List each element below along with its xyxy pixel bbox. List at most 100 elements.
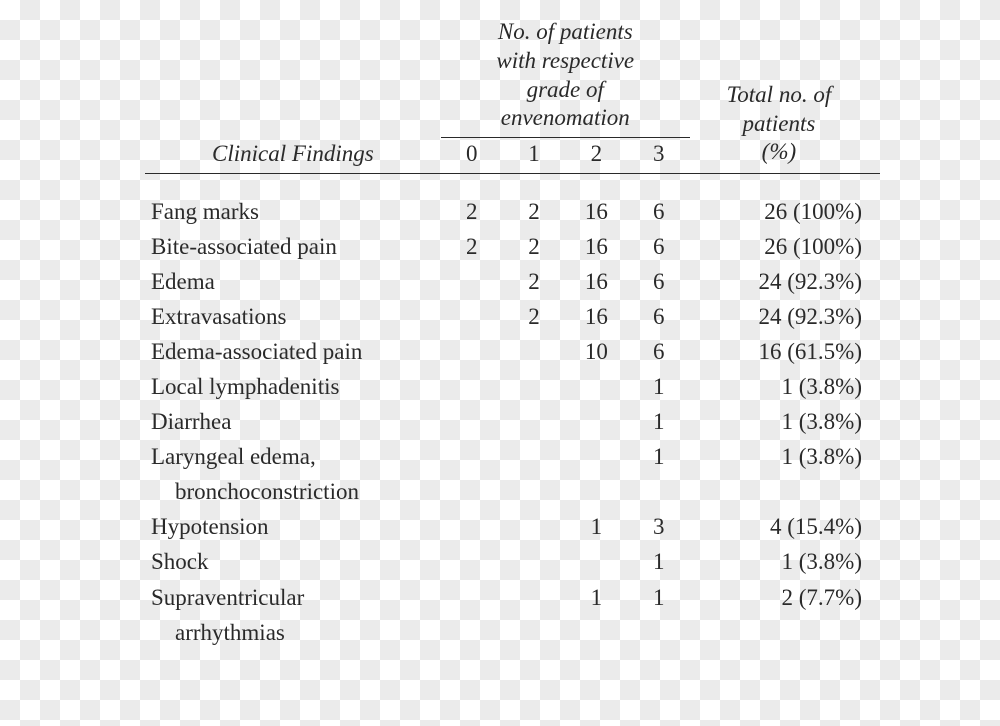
row-label: Local lymphadenitis	[145, 369, 441, 404]
row-total: 1 (3.8%)	[690, 369, 880, 404]
row-label: Shock	[145, 544, 441, 579]
row-grade-3: 3	[628, 509, 690, 544]
row-grade-0	[441, 404, 503, 439]
row-grade-1: 2	[503, 229, 565, 264]
row-grade-3: 1	[628, 580, 690, 615]
header-grade-3: 3	[628, 138, 690, 174]
row-total: 16 (61.5%)	[690, 334, 880, 369]
row-grade-0	[441, 580, 503, 615]
row-label: Diarrhea	[145, 404, 441, 439]
row-grade-3: 6	[628, 299, 690, 334]
row-grade-3: 6	[628, 334, 690, 369]
row-grade-1: 2	[503, 299, 565, 334]
row-grade-3	[628, 615, 690, 650]
table-body: Fang marks2216626 (100%)Bite-associated …	[145, 174, 880, 650]
row-grade-1	[503, 615, 565, 650]
row-grade-3: 1	[628, 544, 690, 579]
row-total: 1 (3.8%)	[690, 544, 880, 579]
row-grade-3: 6	[628, 264, 690, 299]
row-grade-2	[565, 474, 628, 509]
row-total	[690, 615, 880, 650]
clinical-findings-table: Clinical Findings No. of patientswith re…	[145, 18, 880, 650]
header-total: Total no. ofpatients(%)	[696, 81, 862, 173]
table-row: Edema-associated pain 10616 (61.5%)	[145, 334, 880, 369]
row-grade-2: 16	[565, 299, 628, 334]
row-label: Laryngeal edema,	[145, 439, 441, 474]
row-label: Edema	[145, 264, 441, 299]
row-grade-3: 6	[628, 229, 690, 264]
row-grade-2	[565, 439, 628, 474]
row-grade-1	[503, 580, 565, 615]
header-grade-0: 0	[441, 138, 503, 174]
row-grade-0	[441, 509, 503, 544]
row-grade-3: 1	[628, 404, 690, 439]
row-grade-2	[565, 615, 628, 650]
row-grade-2	[565, 404, 628, 439]
table-row: Bite-associated pain2216626 (100%)	[145, 229, 880, 264]
row-total: 1 (3.8%)	[690, 439, 880, 474]
row-grade-1	[503, 544, 565, 579]
row-grade-0: 2	[441, 174, 503, 230]
row-label: Edema-associated pain	[145, 334, 441, 369]
table-row: Hypotension 134 (15.4%)	[145, 509, 880, 544]
table-row: Local lymphadenitis 11 (3.8%)	[145, 369, 880, 404]
row-total: 24 (92.3%)	[690, 264, 880, 299]
row-grade-0	[441, 334, 503, 369]
row-label: Bite-associated pain	[145, 229, 441, 264]
row-grade-0	[441, 369, 503, 404]
row-grade-1	[503, 369, 565, 404]
row-grade-3: 6	[628, 174, 690, 230]
table-row: Fang marks2216626 (100%)	[145, 174, 880, 230]
header-grade-1: 1	[503, 138, 565, 174]
row-grade-1	[503, 474, 565, 509]
row-total: 26 (100%)	[690, 174, 880, 230]
row-label: bronchoconstriction	[145, 474, 441, 509]
table-row: Extravasations 216624 (92.3%)	[145, 299, 880, 334]
row-label: Fang marks	[145, 174, 441, 230]
row-grade-1	[503, 334, 565, 369]
table-row: Diarrhea 11 (3.8%)	[145, 404, 880, 439]
row-total	[690, 474, 880, 509]
row-grade-0	[441, 439, 503, 474]
row-grade-2: 16	[565, 229, 628, 264]
row-grade-1	[503, 404, 565, 439]
row-total: 26 (100%)	[690, 229, 880, 264]
row-total: 4 (15.4%)	[690, 509, 880, 544]
table-row: bronchoconstriction	[145, 474, 880, 509]
row-grade-2	[565, 369, 628, 404]
header-grade-group: No. of patientswith respectivegrade ofen…	[441, 18, 690, 138]
row-grade-3: 1	[628, 439, 690, 474]
row-grade-1: 2	[503, 174, 565, 230]
row-grade-0: 2	[441, 229, 503, 264]
row-label: Hypotension	[145, 509, 441, 544]
row-grade-1	[503, 439, 565, 474]
row-grade-1: 2	[503, 264, 565, 299]
row-label: arrhythmias	[145, 615, 441, 650]
row-grade-0	[441, 615, 503, 650]
row-grade-0	[441, 264, 503, 299]
row-total: 24 (92.3%)	[690, 299, 880, 334]
row-grade-2	[565, 544, 628, 579]
row-grade-0	[441, 299, 503, 334]
row-total: 2 (7.7%)	[690, 580, 880, 615]
row-grade-0	[441, 544, 503, 579]
row-grade-1	[503, 509, 565, 544]
row-grade-2: 16	[565, 174, 628, 230]
row-grade-2: 10	[565, 334, 628, 369]
table-row: arrhythmias	[145, 615, 880, 650]
table-row: Edema 216624 (92.3%)	[145, 264, 880, 299]
row-label: Supraventricular	[145, 580, 441, 615]
row-grade-2: 1	[565, 580, 628, 615]
row-grade-3: 1	[628, 369, 690, 404]
row-grade-2: 1	[565, 509, 628, 544]
header-grade-2: 2	[565, 138, 628, 174]
row-grade-2: 16	[565, 264, 628, 299]
row-grade-0	[441, 474, 503, 509]
row-label: Extravasations	[145, 299, 441, 334]
row-grade-3	[628, 474, 690, 509]
header-clinical-findings: Clinical Findings	[151, 141, 435, 173]
table-row: Supraventricular112 (7.7%)	[145, 580, 880, 615]
row-total: 1 (3.8%)	[690, 404, 880, 439]
table-row: Shock 11 (3.8%)	[145, 544, 880, 579]
table-row: Laryngeal edema, 11 (3.8%)	[145, 439, 880, 474]
